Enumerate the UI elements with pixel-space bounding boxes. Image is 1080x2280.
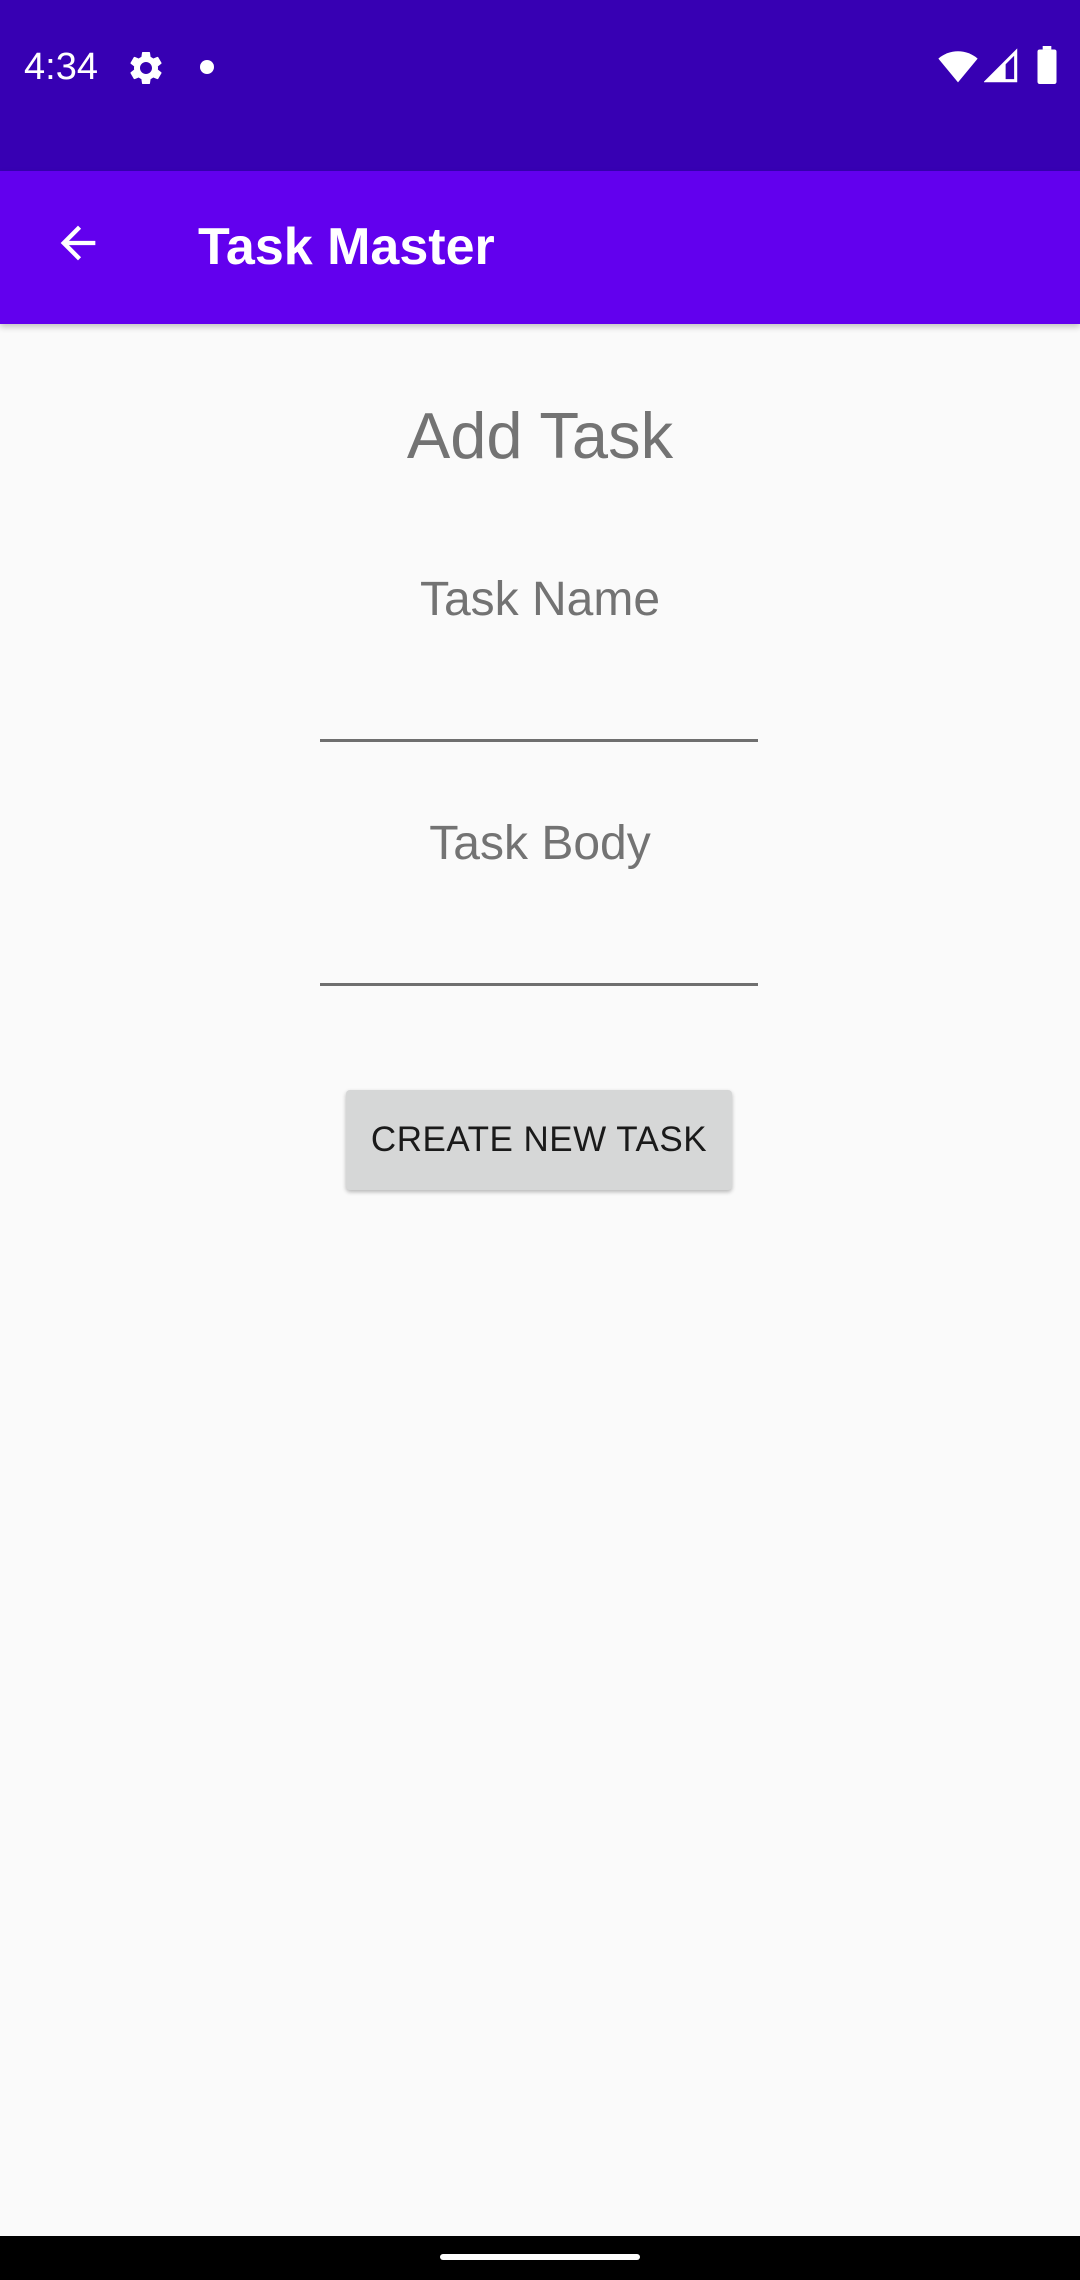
status-time: 4:34	[24, 46, 98, 88]
app-title: Task Master	[198, 218, 495, 276]
home-indicator[interactable]	[440, 2254, 640, 2260]
page-title: Add Task	[406, 399, 674, 472]
task-name-input[interactable]	[320, 682, 758, 742]
signal-icon	[983, 48, 1018, 84]
app-bar: Task Master	[0, 171, 1080, 324]
create-new-task-button[interactable]: CREATE NEW TASK	[346, 1090, 732, 1190]
wifi-icon	[938, 48, 978, 84]
add-task-form: Add Task Task Name Task Body CREATE NEW …	[0, 324, 1080, 2236]
arrow-back-icon	[60, 225, 96, 261]
screen: 4:34 Task Master Add Task Task Name Task…	[0, 0, 1080, 2280]
task-name-label: Task Name	[419, 573, 661, 626]
settings-icon	[126, 48, 166, 88]
battery-icon	[1036, 46, 1058, 84]
status-bar: 4:34	[0, 0, 1080, 171]
task-body-input[interactable]	[320, 926, 758, 986]
notification-dot-icon	[200, 60, 214, 74]
navigation-bar	[0, 2236, 1080, 2280]
back-button[interactable]	[30, 195, 126, 291]
task-body-label: Task Body	[429, 817, 651, 870]
